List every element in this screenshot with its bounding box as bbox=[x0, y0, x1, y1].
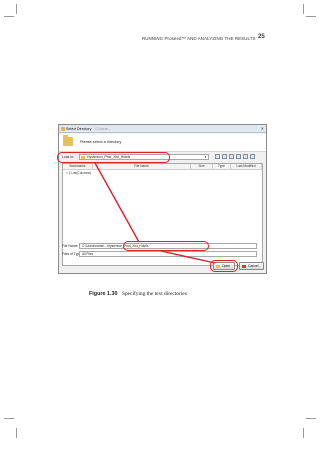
figure-label: Figure 1.30 bbox=[89, 291, 118, 297]
dialog-screenshot: Select Directory C:\Users\... ✕ Please s… bbox=[57, 124, 267, 274]
figure-caption: Figure 1.30 Specifying the text director… bbox=[89, 291, 187, 297]
running-head: RUNNING Proseed™ AND ANALYZING THE RESUL… bbox=[142, 36, 256, 41]
crop-mark-top-right-h bbox=[306, 16, 316, 17]
crop-mark-top-left-v bbox=[16, 4, 17, 14]
crop-mark-bottom-right-v bbox=[303, 428, 304, 438]
crop-mark-bottom-left-h bbox=[4, 418, 14, 419]
crop-mark-top-right-v bbox=[303, 4, 304, 14]
highlight-arrows bbox=[94, 162, 216, 264]
page-number: 25 bbox=[258, 34, 265, 40]
figure-text: Specifying the text directories bbox=[121, 291, 187, 297]
crop-mark-bottom-left-v bbox=[16, 428, 17, 438]
crop-mark-top-left-h bbox=[4, 16, 14, 17]
crop-mark-bottom-right-h bbox=[306, 418, 316, 419]
